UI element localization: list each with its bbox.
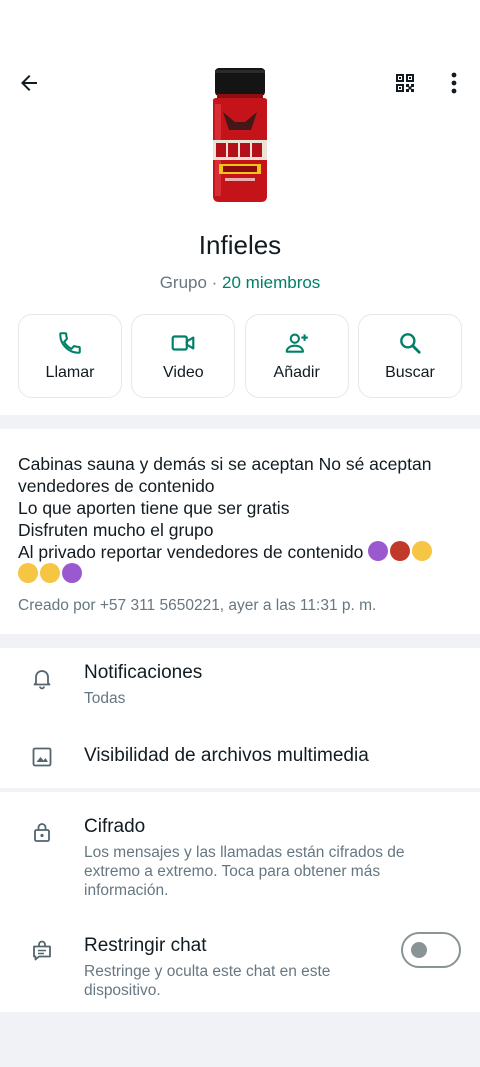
arrow-back-icon [21,75,37,91]
video-label: Video [163,364,204,381]
group-avatar[interactable] [205,68,275,204]
bell-icon [28,664,56,692]
smirk-emoji [412,541,433,561]
tongue-wink-emoji [18,563,38,583]
videocam-icon [171,335,195,351]
description-line-1: Cabinas sauna y demás si se aceptan No s… [18,454,432,496]
privacy-card: Cifrado Los mensajes y las llamadas está… [0,792,480,1012]
description-line-2: Lo que aporten tiene que ser gratis [18,498,290,518]
chat-lock-icon [28,936,56,964]
notifications-value: Todas [84,690,126,707]
smiling-devil-emoji [62,563,82,583]
restrict-chat-description: Restringe y oculta este chat en este dis… [84,963,331,999]
add-member-button[interactable]: Añadir [244,314,349,398]
qr-code-button[interactable] [388,66,422,100]
encryption-title: Cifrado [84,816,146,837]
smiling-devil-emoji [368,541,389,561]
group-description-card[interactable]: Cabinas sauna y demás si se aceptan No s… [0,429,480,634]
back-button[interactable] [12,66,46,100]
qr-code-icon [396,74,414,92]
bottle-product-image [213,68,267,202]
toggle-knob [411,942,427,958]
group-description: Cabinas sauna y demás si se aceptan No s… [18,453,464,585]
restrict-chat-title: Restringir chat [84,935,207,956]
search-button[interactable]: Buscar [357,314,462,398]
created-by-text: Creado por +57 311 5650221, ayer a las 1… [18,597,377,614]
search-label: Buscar [385,364,435,381]
encryption-description: Los mensajes y las llamadas están cifrad… [84,844,405,899]
more-options-button[interactable] [440,66,468,100]
members-count-link[interactable]: 20 miembros [222,273,320,292]
group-name[interactable]: Infieles [0,230,480,261]
restrict-chat-toggle[interactable] [401,932,461,968]
call-label: Llamar [45,364,95,381]
phone-icon [59,332,81,354]
search-icon [400,333,421,354]
group-header: Infieles Grupo · 20 miembros Llamar Vide… [0,0,480,415]
video-button[interactable]: Video [131,314,236,398]
add-member-label: Añadir [273,364,320,381]
media-visibility-title: Visibilidad de archivos multimedia [84,745,369,766]
settings-card: Notificaciones Todas Visibilidad de arch… [0,648,480,788]
more-vert-icon [451,72,457,94]
subtitle-separator: · [206,273,223,292]
person-add-icon [285,333,308,353]
lock-icon [28,818,56,846]
image-icon [28,743,56,771]
description-line-3: Disfruten mucho el grupo [18,520,214,540]
angry-face-emoji [390,541,411,561]
group-type: Grupo [159,273,207,292]
action-buttons: Llamar Video Añadir Buscar [18,314,462,398]
notifications-title: Notificaciones [84,662,203,683]
relieved-emoji [40,563,60,583]
group-subtitle: Grupo · 20 miembros [0,273,480,293]
description-line-4: Al privado reportar vendedores de conten… [18,542,364,562]
call-button[interactable]: Llamar [18,314,122,398]
